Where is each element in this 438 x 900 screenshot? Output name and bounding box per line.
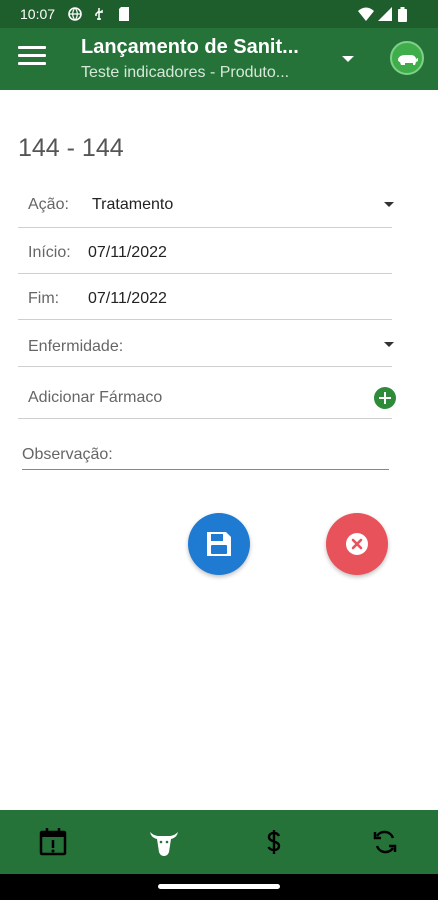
cow-head-icon[interactable] — [148, 826, 180, 858]
usb-icon — [95, 8, 103, 20]
system-gesture-bar — [0, 874, 438, 900]
vpn-globe-icon — [68, 7, 82, 21]
enfermidade-select[interactable]: Enfermidade: — [18, 320, 394, 367]
animal-identifier: 144 - 144 — [18, 134, 124, 162]
calendar-alert-icon[interactable] — [37, 826, 69, 858]
sim-card-icon — [119, 7, 129, 21]
adicionar-farmaco-label: Adicionar Fármaco — [28, 389, 163, 406]
cancel-button[interactable] — [326, 513, 388, 575]
bottom-navigation — [0, 810, 438, 874]
inicio-date-field[interactable]: Início: 07/11/2022 — [18, 228, 392, 274]
observacao-field[interactable]: Observação: — [22, 440, 389, 470]
add-farmaco-icon[interactable] — [374, 387, 396, 409]
sync-icon[interactable] — [369, 826, 401, 858]
battery-icon — [398, 7, 407, 22]
inicio-label: Início: — [28, 244, 71, 261]
adicionar-farmaco-row: Adicionar Fármaco — [18, 367, 396, 419]
observacao-label: Observação: — [22, 446, 113, 463]
fim-date-field[interactable]: Fim: 07/11/2022 — [18, 274, 392, 320]
enfermidade-label: Enfermidade: — [28, 338, 124, 355]
close-circle-icon — [346, 533, 368, 555]
floppy-disk-icon — [207, 532, 231, 556]
chevron-down-icon — [384, 202, 394, 207]
app-bar: Lançamento de Sanit... Teste indicadores… — [0, 28, 438, 90]
acao-label: Ação: — [28, 196, 69, 213]
menu-icon[interactable] — [18, 46, 46, 72]
chevron-down-icon[interactable] — [342, 56, 354, 62]
acao-value: Tratamento — [92, 196, 174, 213]
signal-icon — [378, 7, 392, 21]
page-subtitle: Teste indicadores - Produto... — [81, 64, 290, 81]
page-title: Lançamento de Sanit... — [81, 36, 299, 58]
cow-avatar-icon[interactable] — [390, 41, 424, 75]
status-bar: 10:07 — [0, 0, 438, 28]
inicio-value: 07/11/2022 — [88, 244, 167, 261]
fim-value: 07/11/2022 — [88, 290, 167, 307]
save-button[interactable] — [188, 513, 250, 575]
dollar-icon[interactable] — [258, 826, 290, 858]
acao-select[interactable]: Ação: Tratamento — [18, 182, 394, 228]
home-gesture-handle[interactable] — [158, 884, 280, 889]
chevron-down-icon — [384, 342, 394, 347]
wifi-icon — [358, 7, 374, 21]
fim-label: Fim: — [28, 290, 60, 307]
status-time: 10:07 — [20, 6, 56, 22]
